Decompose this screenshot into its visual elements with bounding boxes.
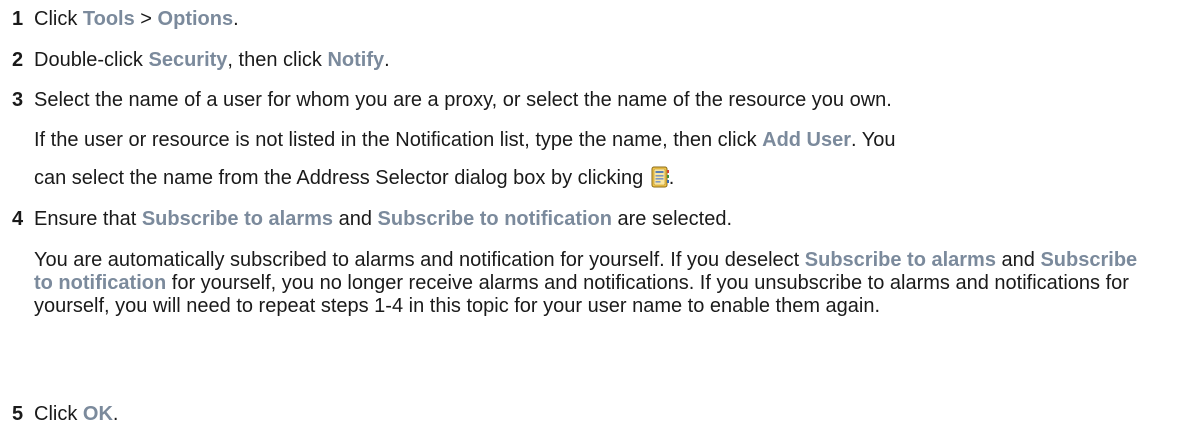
ui-term-security: Security	[148, 49, 228, 71]
note-text: .	[668, 167, 675, 189]
step-text: Select the name of a user for whom you a…	[34, 89, 892, 111]
step-text: Click	[34, 403, 83, 425]
step-5: 5 Click OK.	[12, 402, 118, 426]
note-text: and	[995, 249, 1041, 271]
step-3-note-line-1: If the user or resource is not listed in…	[34, 128, 896, 152]
ui-term-subscribe-alarms: Subscribe to alarms	[804, 249, 996, 271]
ui-term-ok: OK	[82, 403, 113, 425]
step-text: are selected.	[611, 208, 733, 230]
ui-term-notify: Notify	[327, 49, 385, 71]
step-number: 2	[12, 49, 24, 71]
note-text: If the user or resource is not listed in…	[34, 129, 763, 151]
step-2: 2 Double-click Security, then click Notif…	[12, 48, 390, 72]
ui-term-subscribe-alarms: Subscribe to alarms	[141, 208, 334, 230]
note-text: can select the name from the Address Sel…	[34, 167, 649, 189]
step-text: .	[112, 403, 119, 425]
step-text: Click	[34, 8, 83, 30]
step-text: and	[333, 208, 378, 230]
ui-term-tools: Tools	[82, 8, 135, 30]
step-4-note: You are automatically subscribed to alar…	[34, 249, 1154, 318]
step-3: 3 Select the name of a user for whom you …	[12, 88, 892, 112]
ui-term-add-user: Add User	[762, 129, 852, 151]
step-text: .	[384, 49, 390, 71]
step-text: Double-click	[34, 49, 149, 71]
step-text: Ensure that	[34, 208, 142, 230]
step-number: 3	[12, 89, 24, 111]
step-number: 4	[12, 208, 24, 230]
step-1: 1 Click Tools > Options.	[12, 7, 239, 31]
ui-term-subscribe-notification: Subscribe to notification	[377, 208, 612, 230]
step-number: 5	[12, 403, 24, 425]
address-book-icon[interactable]	[651, 166, 669, 188]
step-text: , then click	[227, 49, 328, 71]
step-text: >	[134, 8, 158, 30]
note-text: for yourself, you no longer receive alar…	[34, 272, 1129, 317]
step-text: .	[233, 8, 239, 30]
step-4: 4 Ensure that Subscribe to alarms and Sub…	[12, 207, 732, 231]
step-3-note-line-2: can select the name from the Address Sel…	[34, 166, 674, 190]
ui-term-options: Options	[157, 8, 234, 30]
note-text: You are automatically subscribed to alar…	[34, 249, 805, 271]
note-text: . You	[851, 129, 896, 151]
step-number: 1	[12, 8, 24, 30]
